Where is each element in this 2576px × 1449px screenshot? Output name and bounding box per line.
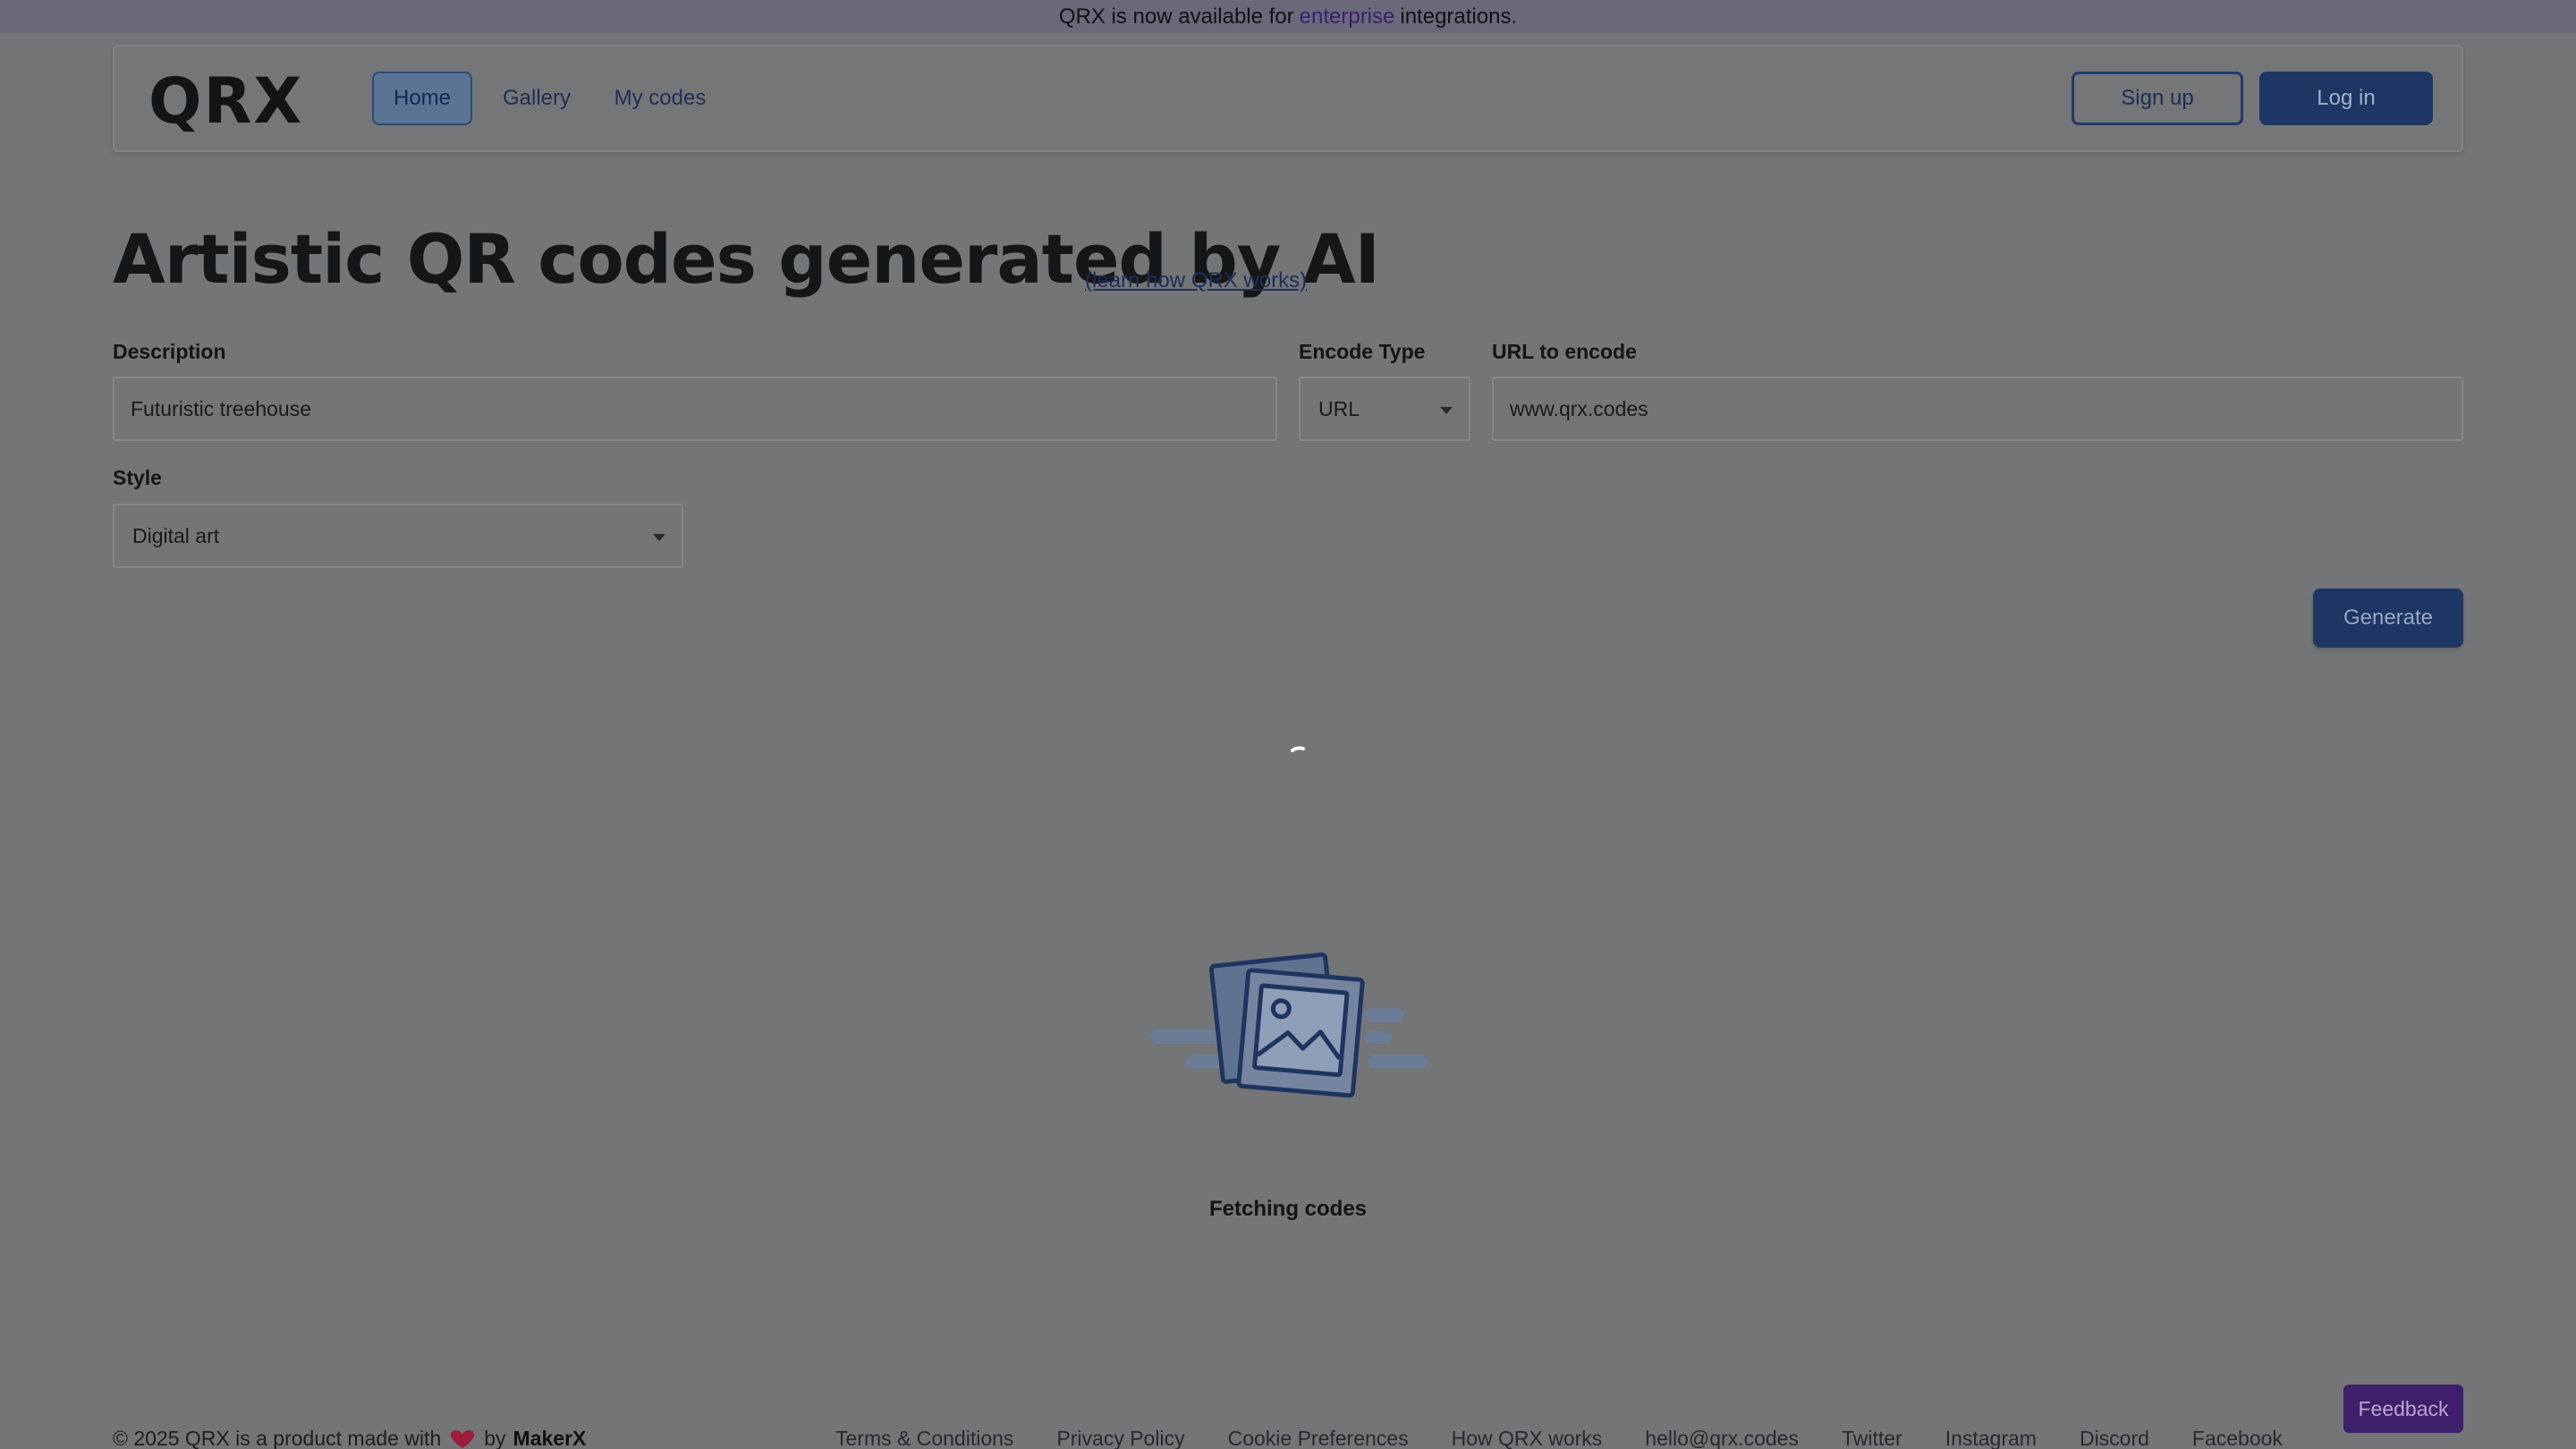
encode-type-label: Encode Type bbox=[1299, 340, 1426, 363]
learn-how-link[interactable]: (learn how QRX works) bbox=[1085, 268, 1307, 293]
style-value: Digital art bbox=[132, 523, 220, 547]
footer-link-how-it-works[interactable]: How QRX works bbox=[1452, 1427, 1603, 1449]
footer-link-privacy[interactable]: Privacy Policy bbox=[1056, 1427, 1184, 1449]
announcement-banner: QRX is now available for enterprise inte… bbox=[0, 0, 2576, 33]
description-value: Futuristic treehouse bbox=[131, 396, 311, 420]
encode-type-select[interactable]: URL bbox=[1299, 377, 1470, 441]
url-label: URL to encode bbox=[1492, 340, 1637, 363]
log-in-button[interactable]: Log in bbox=[2259, 72, 2433, 125]
makerx-link[interactable]: MakerX bbox=[513, 1427, 587, 1449]
banner-text-after: integrations. bbox=[1400, 4, 1518, 29]
footer-link-instagram[interactable]: Instagram bbox=[1945, 1427, 2037, 1449]
generate-button[interactable]: Generate bbox=[2313, 589, 2463, 648]
url-value: www.qrx.codes bbox=[1510, 396, 1648, 420]
footer-link-discord[interactable]: Discord bbox=[2080, 1427, 2149, 1449]
footer-copyright: © 2025 QRX is a product made with by Mak… bbox=[113, 1427, 586, 1449]
heart-icon bbox=[451, 1429, 475, 1448]
url-input[interactable]: www.qrx.codes bbox=[1492, 377, 2463, 441]
nav-gallery-link[interactable]: Gallery bbox=[494, 72, 580, 125]
caret-down-icon bbox=[653, 534, 665, 541]
top-navbar: QRX Home Gallery My codes Sign up Log in bbox=[113, 45, 2463, 152]
nav-my-codes-link[interactable]: My codes bbox=[606, 72, 714, 125]
banner-text-before: QRX is now available for bbox=[1058, 4, 1294, 29]
style-label: Style bbox=[113, 466, 162, 489]
description-input[interactable]: Futuristic treehouse bbox=[113, 377, 1277, 441]
footer-link-facebook[interactable]: Facebook bbox=[2192, 1427, 2283, 1449]
footer-link-cookies[interactable]: Cookie Preferences bbox=[1228, 1427, 1409, 1449]
footer-link-terms[interactable]: Terms & Conditions bbox=[835, 1427, 1013, 1449]
feedback-button[interactable]: Feedback bbox=[2343, 1385, 2463, 1433]
footer-link-email[interactable]: hello@qrx.codes bbox=[1645, 1427, 1799, 1449]
photo-stack-icon bbox=[1150, 952, 1428, 1098]
description-label: Description bbox=[113, 340, 226, 363]
fetching-status: Fetching codes bbox=[1208, 1197, 1368, 1221]
footer-links: Terms & Conditions Privacy Policy Cookie… bbox=[835, 1427, 2283, 1449]
qrx-logo[interactable]: QRX bbox=[148, 70, 303, 132]
caret-down-icon bbox=[1440, 407, 1453, 414]
by-text: by bbox=[484, 1427, 506, 1449]
footer-link-twitter[interactable]: Twitter bbox=[1842, 1427, 1902, 1449]
style-select[interactable]: Digital art bbox=[113, 504, 683, 568]
banner-enterprise-link[interactable]: enterprise bbox=[1300, 4, 1395, 30]
encode-type-value: URL bbox=[1318, 396, 1360, 420]
sign-up-button[interactable]: Sign up bbox=[2072, 72, 2243, 125]
loading-spinner-icon bbox=[1291, 746, 1305, 752]
copyright-text: © 2025 QRX is a product made with bbox=[113, 1427, 442, 1449]
nav-home-link[interactable]: Home bbox=[372, 72, 472, 125]
